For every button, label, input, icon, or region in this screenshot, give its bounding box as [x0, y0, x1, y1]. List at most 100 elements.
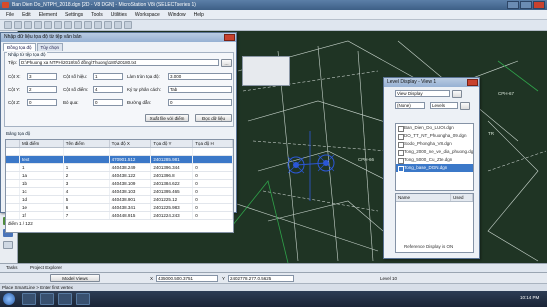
print-icon[interactable]	[34, 21, 42, 29]
list-item[interactable]: Sodo_Phongha_V8.dgn	[396, 140, 473, 148]
export-points-button[interactable]: Xuất file với điểm	[145, 114, 189, 122]
table-row[interactable]: 1e 6 440438.341 2401225.983 0	[6, 204, 233, 212]
taskbar-browser-icon[interactable]	[40, 293, 54, 305]
taskbar-explorer-icon[interactable]	[22, 293, 36, 305]
level-filter-icon[interactable]	[452, 90, 462, 98]
file-group-title: Nhập từ tệp tọa độ	[7, 52, 47, 57]
list-item[interactable]: Tong_5000_Cu_Zte.dgn	[396, 156, 473, 164]
table-row[interactable]: 1b 3 440438.109 2401384.622 0	[6, 180, 233, 188]
column-used-header[interactable]: Used	[451, 194, 473, 201]
y-coordinate-label: Y	[222, 276, 226, 281]
close-button[interactable]	[533, 1, 545, 9]
col-y-field[interactable]: 2	[27, 86, 57, 93]
x-coordinate-readout[interactable]: 435000.500.3751	[156, 275, 218, 282]
round-field[interactable]: 3.000	[168, 73, 232, 80]
help-icon[interactable]	[124, 21, 132, 29]
file-group: Nhập từ tệp tọa độ Tệp: D:\Phuong xa NTP…	[4, 52, 234, 127]
y-coordinate-readout[interactable]: 2402778.277.0.5625	[228, 275, 294, 282]
taskbar-microstation-icon[interactable]	[58, 293, 72, 305]
column-name-header[interactable]: Name	[396, 194, 451, 201]
coordinates-table[interactable]: Mã điểm Tên điểm Tọa độ X Tọa độ Y Tọa đ…	[5, 139, 234, 233]
table-row[interactable]: 1c 4 440438.103 2401395.465 0	[6, 188, 233, 196]
fence-icon[interactable]	[3, 241, 13, 249]
level-file-list[interactable]: Ban_Dien_Do_LUOI.dgn DO_TT_NT_Phuongha_0…	[395, 123, 474, 191]
level-display-close-button[interactable]	[467, 79, 478, 86]
filter-select[interactable]: (None)	[395, 102, 425, 109]
path-field[interactable]: 0	[168, 99, 232, 106]
cut-icon[interactable]	[64, 21, 72, 29]
browse-button[interactable]: …	[221, 59, 232, 67]
levels-select[interactable]: Levels	[430, 102, 458, 109]
col-x-field[interactable]: 3	[27, 73, 57, 80]
window-title-bar: Ban Dien Do_NTPH_2018.dgn [2D - V8 DGN] …	[0, 0, 547, 10]
row-marker-header	[6, 140, 20, 147]
reference-icon[interactable]	[104, 21, 112, 29]
paste-icon[interactable]	[84, 21, 92, 29]
maximize-button[interactable]	[520, 1, 532, 9]
table-row[interactable]: 1d 5 440438.901 2401225.12 0	[6, 196, 233, 204]
tab-coordinates[interactable]: Đồng tọa độ	[3, 43, 36, 51]
menu-help[interactable]: Help	[194, 12, 204, 18]
header-point-name[interactable]: Tên điểm	[64, 140, 110, 147]
new-file-icon[interactable]	[4, 21, 12, 29]
map-label-cph67: CPH-67	[498, 91, 515, 96]
level-options-icon[interactable]	[460, 102, 470, 110]
menu-workspace[interactable]: Workspace	[135, 12, 160, 18]
background-window[interactable]	[242, 56, 290, 86]
record-counter: điểm 1 / 122	[8, 221, 33, 226]
list-item[interactable]: DO_TT_NT_Phuongha_09.dgn	[396, 132, 473, 140]
import-coordinates-dialog[interactable]: Nhập dữ liệu tọa độ từ tệp văn bản Đồng …	[0, 32, 237, 233]
col-z-field[interactable]: 0	[27, 99, 57, 106]
list-item[interactable]: Tong_2000_ne_ve_dia_phuong.dgn	[396, 148, 473, 156]
table-row[interactable]: text 470901.512 2401285.981	[6, 156, 233, 164]
path-label: Đường dẫn:	[127, 100, 152, 105]
menu-element[interactable]: Element	[39, 12, 57, 18]
model-views-button[interactable]: Model Views	[50, 274, 100, 282]
menu-settings[interactable]: Settings	[65, 12, 83, 18]
menu-utilities[interactable]: Utilities	[111, 12, 127, 18]
menu-bar: File Edit Element Settings Tools Utiliti…	[0, 10, 547, 20]
redo-icon[interactable]	[54, 21, 62, 29]
table-row[interactable]: 1f 7 440448.915 2401224.243 0	[6, 212, 233, 220]
col-id-label: Cột số hiệu:	[63, 74, 88, 79]
dialog-close-button[interactable]	[224, 34, 235, 41]
header-y[interactable]: Tọa độ Y	[151, 140, 194, 147]
col-point-field[interactable]: 4	[93, 86, 123, 93]
list-item[interactable]: Ban_Dien_Do_LUOI.dgn	[396, 124, 473, 132]
undo-icon[interactable]	[44, 21, 52, 29]
tab-tasks[interactable]: Tasks	[6, 265, 18, 270]
read-data-button[interactable]: Đọc dữ liệu	[195, 114, 232, 122]
x-coordinate-label: X	[150, 276, 154, 281]
tab-options[interactable]: Tùy chọn	[36, 43, 64, 51]
save-icon[interactable]	[24, 21, 32, 29]
minimize-button[interactable]	[507, 1, 519, 9]
windows-taskbar: 10:14 PM	[0, 291, 547, 307]
table-row[interactable]	[6, 148, 233, 156]
open-file-icon[interactable]	[14, 21, 22, 29]
skip-field[interactable]: 0	[93, 99, 123, 106]
file-path-field[interactable]: D:\Phuong xa NTPH\2018\Số đồng\Thuong\18…	[19, 59, 219, 66]
menu-file[interactable]: File	[6, 12, 14, 18]
list-item-selected[interactable]: Tong_base_DGN.dgn	[396, 164, 473, 172]
start-button-icon[interactable]	[3, 293, 15, 305]
reference-display-status: Reference Display is ON	[404, 244, 454, 249]
header-x[interactable]: Tọa độ X	[110, 140, 152, 147]
level-manager-icon[interactable]	[94, 21, 102, 29]
copy-icon[interactable]	[74, 21, 82, 29]
header-point-code[interactable]: Mã điểm	[20, 140, 64, 147]
separator-select[interactable]: Tab	[168, 86, 232, 93]
menu-window[interactable]: Window	[168, 12, 186, 18]
tab-project-explorer[interactable]: Project Explorer	[30, 265, 62, 270]
table-row[interactable]: 1a 2 440438.122 2401396.8 0	[6, 172, 233, 180]
table-row[interactable]: 1 1 440438.249 2401396.344 0	[6, 164, 233, 172]
taskbar-app-icon[interactable]	[76, 293, 90, 305]
map-label-cph66: CPH-66	[358, 157, 375, 162]
view-display-select[interactable]: View Display	[395, 90, 450, 97]
col-id-field[interactable]: 1	[93, 73, 123, 80]
level-display-dialog[interactable]: Level Display - View 1 View Display (Non…	[383, 77, 480, 259]
active-level[interactable]: Level 10	[380, 276, 397, 281]
menu-tools[interactable]: Tools	[91, 12, 103, 18]
menu-edit[interactable]: Edit	[22, 12, 31, 18]
raster-icon[interactable]	[114, 21, 122, 29]
header-h[interactable]: Tọa độ H	[193, 140, 233, 147]
